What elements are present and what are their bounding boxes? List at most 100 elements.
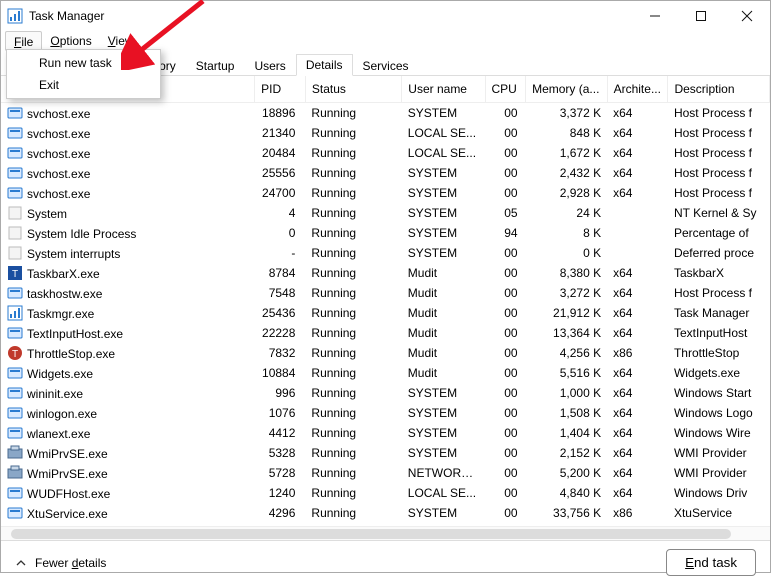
cell-pid: 24700 bbox=[255, 183, 306, 203]
cell-user: SYSTEM bbox=[402, 103, 485, 124]
col-arch[interactable]: Archite... bbox=[607, 76, 668, 103]
cell-user: Mudit bbox=[402, 263, 485, 283]
cell-arch: x64 bbox=[607, 443, 668, 463]
fewer-details-button[interactable]: Fewer details bbox=[15, 556, 106, 570]
table-row[interactable]: System Idle Process0RunningSYSTEM948 KPe… bbox=[1, 223, 770, 243]
process-name: Taskmgr.exe bbox=[27, 307, 94, 321]
cell-cpu: 00 bbox=[485, 403, 526, 423]
cell-status: Running bbox=[305, 423, 401, 443]
cell-mem: 2,928 K bbox=[526, 183, 608, 203]
col-pid[interactable]: PID bbox=[255, 76, 306, 103]
table-row[interactable]: taskhostw.exe7548RunningMudit003,272 Kx6… bbox=[1, 283, 770, 303]
footer: Fewer details End task bbox=[1, 540, 770, 584]
menu-file[interactable]: File bbox=[5, 31, 42, 51]
table-row[interactable]: svchost.exe21340RunningLOCAL SE...00848 … bbox=[1, 123, 770, 143]
cell-cpu: 00 bbox=[485, 503, 526, 523]
cell-user: LOCAL SE... bbox=[402, 483, 485, 503]
cell-cpu: 00 bbox=[485, 183, 526, 203]
table-row[interactable]: System interrupts-RunningSYSTEM000 KDefe… bbox=[1, 243, 770, 263]
cell-desc: TaskbarX bbox=[668, 263, 770, 283]
menu-options[interactable]: Options bbox=[42, 31, 99, 51]
cell-mem: 8,380 K bbox=[526, 263, 608, 283]
cell-status: Running bbox=[305, 223, 401, 243]
cell-desc: ThrottleStop bbox=[668, 343, 770, 363]
maximize-button[interactable] bbox=[678, 1, 724, 31]
table-row[interactable]: svchost.exe25556RunningSYSTEM002,432 Kx6… bbox=[1, 163, 770, 183]
table-row[interactable]: TThrottleStop.exe7832RunningMudit004,256… bbox=[1, 343, 770, 363]
cell-cpu: 00 bbox=[485, 323, 526, 343]
col-user[interactable]: User name bbox=[402, 76, 485, 103]
end-task-button[interactable]: End task bbox=[666, 549, 756, 576]
cell-user: SYSTEM bbox=[402, 503, 485, 523]
cell-mem: 5,516 K bbox=[526, 363, 608, 383]
cell-cpu: 00 bbox=[485, 243, 526, 263]
tab-startup[interactable]: Startup bbox=[186, 55, 245, 76]
process-name: svchost.exe bbox=[27, 167, 90, 181]
table-row[interactable]: wininit.exe996RunningSYSTEM001,000 Kx64W… bbox=[1, 383, 770, 403]
table-row[interactable]: WUDFHost.exe1240RunningLOCAL SE...004,84… bbox=[1, 483, 770, 503]
close-button[interactable] bbox=[724, 1, 770, 31]
cell-mem: 1,404 K bbox=[526, 423, 608, 443]
menu-run-new-task[interactable]: Run new task bbox=[9, 52, 158, 74]
table-row[interactable]: winlogon.exe1076RunningSYSTEM001,508 Kx6… bbox=[1, 403, 770, 423]
table-row[interactable]: svchost.exe24700RunningSYSTEM002,928 Kx6… bbox=[1, 183, 770, 203]
cell-status: Running bbox=[305, 123, 401, 143]
table-row[interactable]: svchost.exe18896RunningSYSTEM003,372 Kx6… bbox=[1, 103, 770, 124]
table-row[interactable]: Widgets.exe10884RunningMudit005,516 Kx64… bbox=[1, 363, 770, 383]
col-cpu[interactable]: CPU bbox=[485, 76, 526, 103]
col-status[interactable]: Status bbox=[305, 76, 401, 103]
cell-desc: NT Kernel & Sy bbox=[668, 203, 770, 223]
cell-arch: x64 bbox=[607, 143, 668, 163]
cell-arch bbox=[607, 203, 668, 223]
tab-users[interactable]: Users bbox=[244, 55, 295, 76]
process-icon bbox=[7, 405, 23, 421]
horizontal-scrollbar[interactable] bbox=[1, 526, 770, 540]
minimize-button[interactable] bbox=[632, 1, 678, 31]
cell-mem: 3,372 K bbox=[526, 103, 608, 124]
table-row[interactable]: WmiPrvSE.exe5728RunningNETWORK...005,200… bbox=[1, 463, 770, 483]
cell-user: LOCAL SE... bbox=[402, 143, 485, 163]
cell-desc: Widgets.exe bbox=[668, 363, 770, 383]
col-mem[interactable]: Memory (a... bbox=[526, 76, 608, 103]
cell-desc: Host Process f bbox=[668, 183, 770, 203]
cell-arch: x64 bbox=[607, 263, 668, 283]
cell-arch: x86 bbox=[607, 343, 668, 363]
cell-cpu: 00 bbox=[485, 383, 526, 403]
cell-arch: x64 bbox=[607, 123, 668, 143]
table-row[interactable]: wlanext.exe4412RunningSYSTEM001,404 Kx64… bbox=[1, 423, 770, 443]
cell-desc: Host Process f bbox=[668, 163, 770, 183]
menu-view[interactable]: View bbox=[100, 31, 142, 51]
cell-status: Running bbox=[305, 483, 401, 503]
cell-user: SYSTEM bbox=[402, 243, 485, 263]
table-row[interactable]: svchost.exe20484RunningLOCAL SE...001,67… bbox=[1, 143, 770, 163]
cell-status: Running bbox=[305, 203, 401, 223]
col-desc[interactable]: Description bbox=[668, 76, 770, 103]
process-name: System bbox=[27, 207, 67, 221]
process-name: svchost.exe bbox=[27, 127, 90, 141]
cell-cpu: 00 bbox=[485, 283, 526, 303]
tab-services[interactable]: Services bbox=[353, 55, 419, 76]
table-row[interactable]: TextInputHost.exe22228RunningMudit0013,3… bbox=[1, 323, 770, 343]
menu-exit[interactable]: Exit bbox=[9, 74, 158, 96]
table-row[interactable]: Taskmgr.exe25436RunningMudit0021,912 Kx6… bbox=[1, 303, 770, 323]
cell-cpu: 05 bbox=[485, 203, 526, 223]
cell-arch: x64 bbox=[607, 383, 668, 403]
cell-pid: 5328 bbox=[255, 443, 306, 463]
process-table-wrap[interactable]: Name PID Status User name CPU Memory (a.… bbox=[1, 76, 770, 526]
cell-mem: 2,432 K bbox=[526, 163, 608, 183]
svg-text:T: T bbox=[12, 269, 18, 280]
table-row[interactable]: WmiPrvSE.exe5328RunningSYSTEM002,152 Kx6… bbox=[1, 443, 770, 463]
cell-desc: Windows Start bbox=[668, 383, 770, 403]
table-row[interactable]: TTaskbarX.exe8784RunningMudit008,380 Kx6… bbox=[1, 263, 770, 283]
process-name: svchost.exe bbox=[27, 187, 90, 201]
table-row[interactable]: System4RunningSYSTEM0524 KNT Kernel & Sy bbox=[1, 203, 770, 223]
table-row[interactable]: XtuService.exe4296RunningSYSTEM0033,756 … bbox=[1, 503, 770, 523]
cell-status: Running bbox=[305, 243, 401, 263]
cell-cpu: 00 bbox=[485, 483, 526, 503]
process-icon: T bbox=[7, 265, 23, 281]
cell-pid: 1076 bbox=[255, 403, 306, 423]
cell-user: SYSTEM bbox=[402, 443, 485, 463]
cell-pid: 4412 bbox=[255, 423, 306, 443]
process-name: WmiPrvSE.exe bbox=[27, 467, 108, 481]
tab-details[interactable]: Details bbox=[296, 54, 353, 76]
